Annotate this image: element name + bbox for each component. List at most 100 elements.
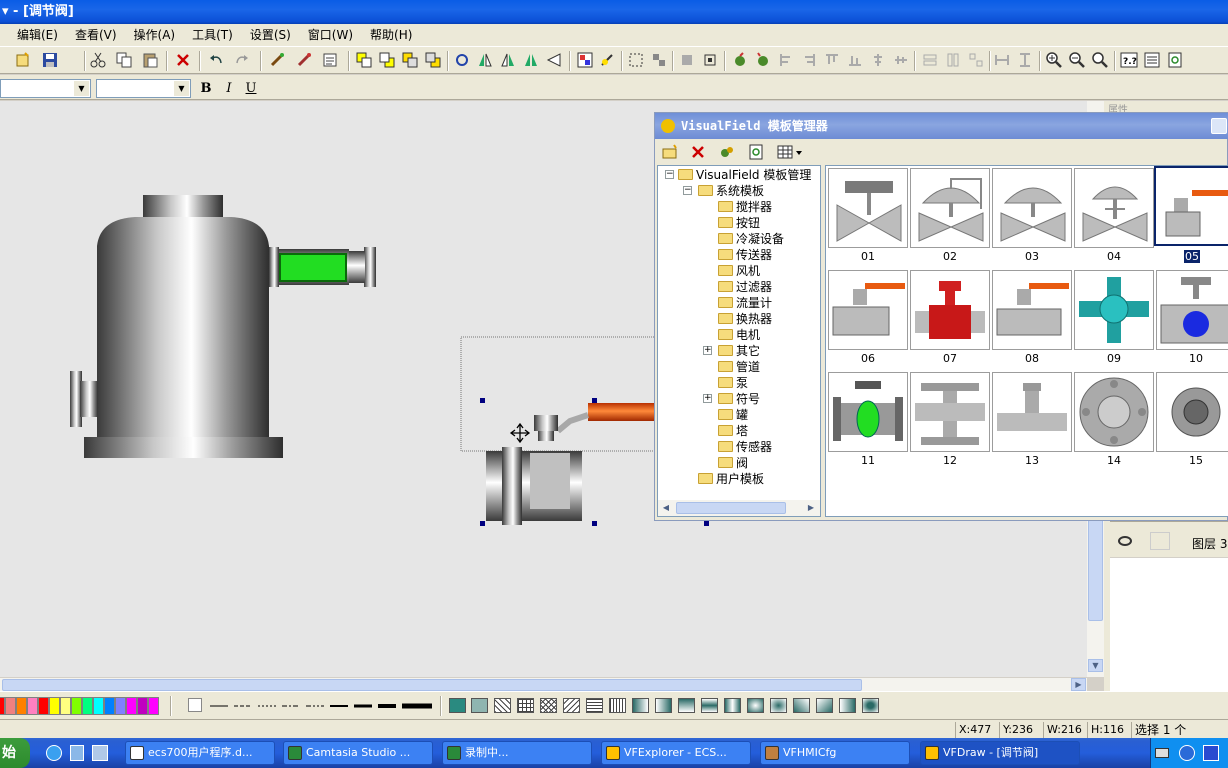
eye-icon[interactable] xyxy=(1118,536,1132,546)
canvas-horizontal-scrollbar[interactable]: ▶ xyxy=(0,677,1087,691)
align-icon[interactable] xyxy=(678,51,696,69)
group-icon[interactable] xyxy=(576,51,594,69)
new-folder-icon[interactable] xyxy=(661,143,679,161)
italic-button[interactable]: I xyxy=(220,80,238,98)
eraser-icon[interactable] xyxy=(295,51,313,69)
fill-pattern[interactable] xyxy=(770,698,787,713)
start-button[interactable]: 始 xyxy=(0,738,30,768)
delete-template-icon[interactable] xyxy=(689,143,707,161)
fill-pattern[interactable] xyxy=(494,698,511,713)
paste-icon[interactable] xyxy=(141,51,159,69)
menu-help[interactable]: 帮助(H) xyxy=(362,24,421,46)
run-icon[interactable] xyxy=(731,51,749,69)
stop-icon[interactable] xyxy=(754,51,772,69)
flip-v-icon[interactable] xyxy=(499,51,517,69)
tree-folder[interactable]: 传送器 xyxy=(718,247,772,263)
color-swatch[interactable] xyxy=(16,697,27,715)
fill-pattern[interactable] xyxy=(701,698,718,713)
brush-icon[interactable] xyxy=(268,51,286,69)
template-tile-selected[interactable] xyxy=(1154,166,1228,246)
bold-button[interactable]: B xyxy=(197,80,215,98)
tree-folder[interactable]: 塔 xyxy=(718,423,748,439)
menu-window[interactable]: 窗口(W) xyxy=(300,24,362,46)
tree-system-templates[interactable]: 系统模板 xyxy=(698,183,764,199)
collapse-icon[interactable]: − xyxy=(665,170,674,179)
tank-drawing[interactable] xyxy=(70,195,376,458)
cut-icon[interactable] xyxy=(89,51,107,69)
tree-folder[interactable]: 符号 xyxy=(718,391,760,407)
tree-folder[interactable]: 泵 xyxy=(718,375,748,391)
tree-folder[interactable]: 过滤器 xyxy=(718,279,772,295)
tree-folder[interactable]: 传感器 xyxy=(718,439,772,455)
template-tile[interactable] xyxy=(1156,372,1228,452)
color-swatch[interactable] xyxy=(38,697,49,715)
color-swatch[interactable] xyxy=(82,697,93,715)
no-line-option[interactable] xyxy=(188,698,202,712)
task-button[interactable]: VFExplorer - ECS... xyxy=(601,741,751,765)
underline-button[interactable]: U xyxy=(242,80,260,98)
template-tile[interactable] xyxy=(828,372,908,452)
flip-icon[interactable] xyxy=(476,51,494,69)
tree-folder[interactable]: 管道 xyxy=(718,359,760,375)
task-button[interactable]: VFHMICfg xyxy=(760,741,910,765)
template-manager-titlebar[interactable]: VisualField 模板管理器 xyxy=(655,113,1228,139)
lock-icon[interactable] xyxy=(1150,532,1170,550)
template-tile[interactable] xyxy=(910,270,990,350)
menu-view[interactable]: 查看(V) xyxy=(67,24,126,46)
expand-icon[interactable]: + xyxy=(703,394,712,403)
color-swatch[interactable] xyxy=(5,697,16,715)
fill-pattern[interactable] xyxy=(609,698,626,713)
fill-pattern[interactable] xyxy=(449,698,466,713)
fill-pattern[interactable] xyxy=(839,698,856,713)
scroll-right-icon[interactable]: ▶ xyxy=(1071,678,1086,691)
tree-folder[interactable]: 流量计 xyxy=(718,295,772,311)
tray-arrow-icon[interactable] xyxy=(1179,745,1195,761)
fill-pattern[interactable] xyxy=(632,698,649,713)
layers-list[interactable]: 图层 3 xyxy=(1110,521,1228,691)
template-grid[interactable]: 01 02 03 04 05 06 07 08 09 10 11 12 13 1… xyxy=(825,165,1228,517)
tree-folder[interactable]: 按钮 xyxy=(718,215,760,231)
new-icon[interactable] xyxy=(14,51,32,69)
color-swatch[interactable] xyxy=(115,697,126,715)
fill-pattern[interactable] xyxy=(816,698,833,713)
task-button-active[interactable]: VFDraw - [调节阀] xyxy=(920,741,1080,765)
color-swatch[interactable] xyxy=(104,697,115,715)
keyboard-icon[interactable] xyxy=(1155,748,1169,758)
fill-pattern[interactable] xyxy=(655,698,672,713)
rotate-icon[interactable] xyxy=(453,51,471,69)
tree-folder[interactable]: 风机 xyxy=(718,263,760,279)
menu-settings[interactable]: 设置(S) xyxy=(242,24,300,46)
bring-front-icon[interactable] xyxy=(355,51,373,69)
menu-edit[interactable]: 编辑(E) xyxy=(0,24,67,46)
fill-pattern[interactable] xyxy=(540,698,557,713)
mirror-icon[interactable] xyxy=(522,51,540,69)
template-tile[interactable] xyxy=(1074,270,1154,350)
ungroup-icon[interactable] xyxy=(599,51,617,69)
template-tile[interactable] xyxy=(828,270,908,350)
zoom-icon[interactable] xyxy=(1091,51,1109,69)
color-swatch[interactable] xyxy=(148,697,159,715)
color-swatch[interactable] xyxy=(126,697,137,715)
template-tile[interactable] xyxy=(1074,168,1154,248)
view-mode-icon[interactable] xyxy=(776,143,806,161)
tree-folder[interactable]: 搅拌器 xyxy=(718,199,772,215)
font-size-combo[interactable]: ▼ xyxy=(96,79,191,98)
send-back-icon[interactable] xyxy=(378,51,396,69)
forward-icon[interactable] xyxy=(401,51,419,69)
refresh-icon[interactable] xyxy=(1166,51,1184,69)
zoom-out-icon[interactable] xyxy=(1068,51,1086,69)
quicklaunch-icon[interactable] xyxy=(70,745,84,761)
tree-folder[interactable]: 阀 xyxy=(718,455,748,471)
hscroll-thumb[interactable] xyxy=(2,679,862,691)
ball-valve-drawing[interactable] xyxy=(486,403,658,525)
zoom-in-icon[interactable] xyxy=(1045,51,1063,69)
color-swatch[interactable] xyxy=(93,697,104,715)
scroll-down-icon[interactable]: ▼ xyxy=(1088,659,1103,672)
scroll-left-icon[interactable]: ◀ xyxy=(659,501,673,515)
fill-pattern[interactable] xyxy=(747,698,764,713)
select-icon[interactable] xyxy=(627,51,645,69)
save-icon[interactable] xyxy=(41,51,59,69)
fill-pattern[interactable] xyxy=(563,698,580,713)
template-tree[interactable]: − VisualField 模板管理 − 系统模板 搅拌器 按钮 冷凝设备 传送… xyxy=(657,165,821,517)
tree-folder[interactable]: 换热器 xyxy=(718,311,772,327)
